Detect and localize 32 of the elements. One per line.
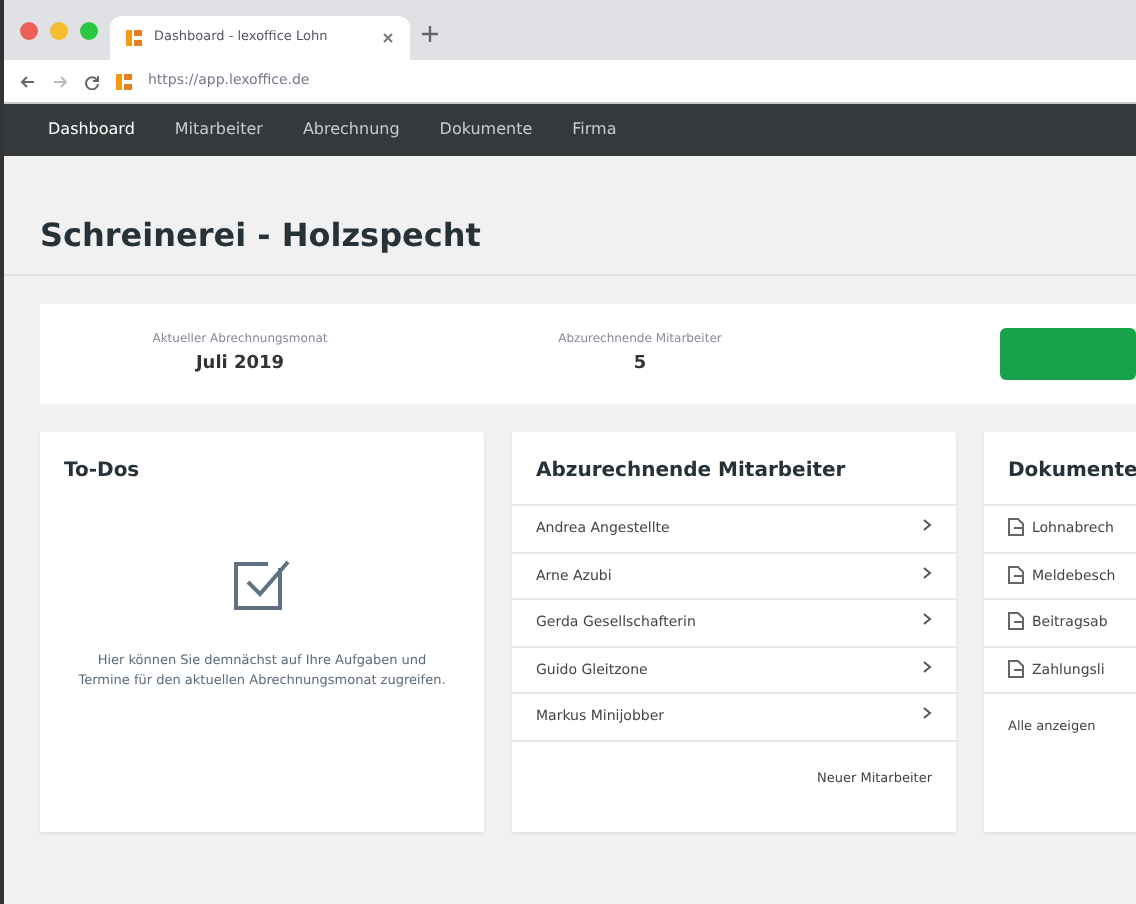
- document-icon: [1008, 612, 1024, 631]
- page-title: Schreinerei - Holzspecht: [4, 156, 1136, 277]
- document-icon: [1008, 518, 1024, 537]
- checkbox-icon: [232, 556, 292, 613]
- action-button[interactable]: [1000, 328, 1136, 381]
- chevron-icon: [922, 518, 932, 533]
- nav-link-item[interactable]: Abrechnung: [302, 118, 400, 142]
- nav-link-item[interactable]: Dashboard: [48, 118, 135, 142]
- minimize-dot[interactable]: [50, 22, 68, 40]
- new-tab-icon[interactable]: [422, 26, 438, 42]
- chevron-icon: [922, 706, 932, 721]
- nav-link-item[interactable]: Dokumente: [439, 118, 533, 142]
- close-icon[interactable]: [382, 32, 394, 45]
- card-title: To-Dos: [62, 458, 142, 487]
- document-icon: [1008, 659, 1024, 678]
- site-logo-icon: [116, 73, 132, 89]
- stat-value: Juli 2019: [195, 351, 285, 378]
- nav-link-item[interactable]: Firma: [572, 118, 617, 142]
- back-icon[interactable]: [20, 73, 36, 89]
- document-icon: [1008, 565, 1024, 584]
- chevron-icon: [922, 612, 932, 627]
- close-dot[interactable]: [20, 22, 38, 40]
- card-title: Abzurechnende Mitarbeiter: [534, 458, 848, 487]
- card-title: Dokumente: [1006, 458, 1136, 487]
- chevron-icon: [922, 565, 932, 580]
- stat-value: 5: [633, 351, 647, 378]
- site-logo-icon: [126, 30, 142, 47]
- chevron-icon: [922, 659, 932, 674]
- nav-link-item[interactable]: Mitarbeiter: [174, 118, 263, 142]
- forward-icon[interactable]: [52, 73, 68, 89]
- reload-icon[interactable]: [84, 73, 100, 89]
- maximize-dot[interactable]: [80, 22, 98, 40]
